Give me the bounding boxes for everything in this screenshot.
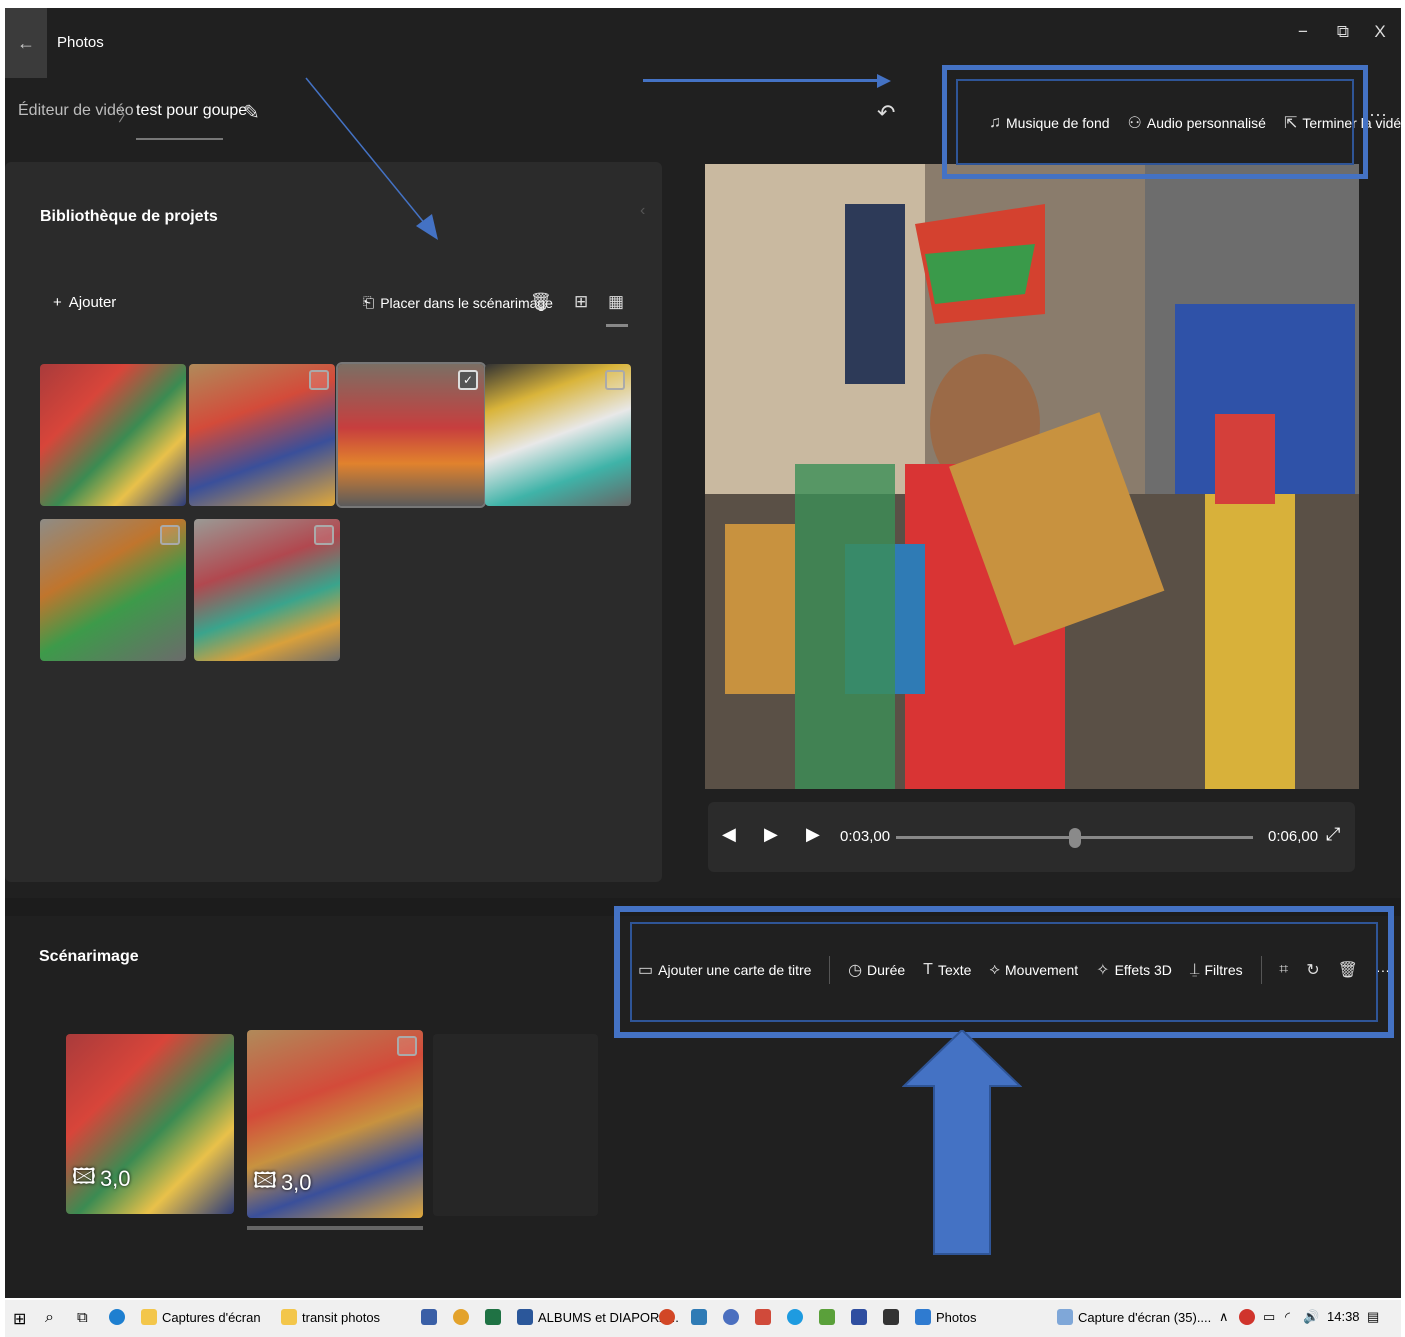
storyboard-title: Scénarimage (39, 948, 139, 965)
project-name[interactable]: test pour goupe (136, 102, 247, 120)
windows-start-icon[interactable]: ⊞ (13, 1309, 26, 1329)
restore-button[interactable]: ⧉ (1330, 22, 1356, 42)
add-media-button[interactable]: + Ajouter (53, 294, 116, 311)
select-checkbox[interactable] (397, 1036, 417, 1056)
empty-storyboard-slot[interactable] (433, 1034, 598, 1216)
large-grid-icon[interactable]: ⊞ (574, 292, 588, 312)
app-icon[interactable] (819, 1309, 835, 1325)
taskbar-item-photos[interactable]: Photos (915, 1309, 976, 1325)
tray-network-icon[interactable]: ▭ (1263, 1309, 1275, 1325)
annotation-arrow-head (877, 74, 891, 88)
library-thumbnail[interactable] (40, 519, 186, 661)
library-thumbnail-selected[interactable]: ✓ (336, 362, 486, 508)
powerpoint-icon[interactable] (659, 1309, 675, 1325)
project-name-underline (136, 138, 223, 140)
calculator-icon[interactable] (421, 1309, 437, 1325)
tray-antivirus-icon[interactable] (1239, 1309, 1255, 1325)
library-thumbnail[interactable] (40, 364, 186, 506)
annotation-box-inner (956, 79, 1354, 165)
place-icon: ⎗ (363, 294, 375, 310)
breadcrumb-video-editor[interactable]: Éditeur de vidéo (18, 102, 134, 120)
previous-frame-icon[interactable]: ◀ (722, 824, 736, 845)
small-grid-icon[interactable]: ▦ (608, 292, 624, 312)
word-icon (517, 1309, 533, 1325)
app-icon[interactable] (883, 1309, 899, 1325)
preview-image (705, 164, 1359, 789)
trash-icon[interactable]: 🗑 (530, 292, 552, 312)
image-icon: 🖾 (253, 1168, 277, 1193)
taskbar-item-transit[interactable]: transit photos (281, 1309, 380, 1325)
taskbar-item-captures[interactable]: Captures d'écran (141, 1309, 261, 1325)
library-title: Bibliothèque de projets (40, 208, 218, 225)
back-arrow-icon: ← (17, 32, 35, 53)
taskbar-item-capture[interactable]: Capture d'écran (35).... (1057, 1309, 1211, 1325)
library-thumbnail[interactable] (485, 364, 631, 506)
app-title: Photos (57, 34, 104, 51)
photos-icon (915, 1309, 931, 1325)
storyboard-clip-selected[interactable]: 🖾 3,0 (247, 1030, 423, 1218)
windows-taskbar: ⊞ ⌕ ⧉ Captures d'écran transit photos AL… (5, 1300, 1401, 1337)
taskbar-item-albums[interactable]: ALBUMS et DIAPORA... (517, 1309, 679, 1325)
next-frame-icon[interactable]: ▶ (806, 824, 820, 845)
annotation-box-bottom (614, 906, 1394, 1038)
app-icon[interactable] (723, 1309, 739, 1325)
checkmark-icon[interactable]: ✓ (458, 370, 478, 390)
tray-chevron-icon[interactable]: ∧ (1219, 1309, 1229, 1325)
seek-knob[interactable] (1068, 828, 1081, 848)
annotation-box-inner (630, 922, 1378, 1022)
library-thumbnail[interactable] (189, 364, 335, 506)
project-library-panel: Bibliothèque de projets ‹ + Ajouter ⎗ Plac… (5, 162, 662, 882)
app-icon[interactable] (851, 1309, 867, 1325)
view-selected-underline (606, 324, 628, 327)
top-more-button[interactable]: ··· (1369, 104, 1387, 125)
undo-icon[interactable]: ↶ (877, 100, 895, 126)
select-checkbox[interactable] (160, 525, 180, 545)
skype-icon[interactable] (787, 1309, 803, 1325)
image-icon: 🖾 (72, 1164, 96, 1189)
select-checkbox[interactable] (309, 370, 329, 390)
select-checkbox[interactable] (605, 370, 625, 390)
rename-pencil-icon[interactable]: ✎ (243, 100, 260, 125)
task-view-icon[interactable]: ⧉ (77, 1309, 88, 1326)
tray-wifi-icon[interactable]: ◜ (1285, 1309, 1290, 1325)
collapse-chevron-icon[interactable]: ‹ (640, 202, 645, 220)
total-time: 0:06,00 (1268, 828, 1319, 845)
play-icon[interactable]: ▶ (764, 824, 778, 845)
edge-icon[interactable] (109, 1309, 125, 1325)
clip-duration: 🖾 3,0 (72, 1160, 131, 1198)
fullscreen-icon[interactable]: ⤢ (1326, 824, 1340, 845)
tray-volume-icon[interactable]: 🔊 (1303, 1309, 1319, 1325)
chrome-icon[interactable] (453, 1309, 469, 1325)
current-time: 0:03,00 (840, 828, 891, 845)
select-checkbox[interactable] (314, 525, 334, 545)
search-icon[interactable]: ⌕ (45, 1309, 54, 1327)
folder-icon (281, 1309, 297, 1325)
playback-bar: ◀ ▶ ▶ 0:03,00 0:06,00 ⤢ (708, 802, 1355, 872)
photoshop-icon[interactable] (691, 1309, 707, 1325)
close-button[interactable]: X (1367, 22, 1393, 42)
storyboard-clip[interactable]: 🖾 3,0 (66, 1034, 234, 1214)
video-preview (705, 164, 1359, 789)
annotation-up-arrow (902, 1030, 1022, 1255)
annotation-arrow-line (643, 79, 883, 82)
notifications-icon[interactable]: ▤ (1367, 1309, 1379, 1325)
clock[interactable]: 14:38 (1327, 1309, 1360, 1324)
folder-icon (141, 1309, 157, 1325)
plus-icon: + (53, 294, 62, 311)
clip-duration: 🖾 3,0 (253, 1164, 312, 1202)
app-icon[interactable] (755, 1309, 771, 1325)
excel-icon[interactable] (485, 1309, 501, 1325)
place-in-storyboard-button[interactable]: ⎗ Placer dans le scénarimage (363, 294, 553, 311)
breadcrumb-separator-icon: 〉 (118, 108, 135, 125)
image-icon (1057, 1309, 1073, 1325)
minimize-button[interactable]: − (1290, 22, 1316, 42)
back-button[interactable]: ← (5, 8, 47, 78)
annotation-box-top (942, 65, 1368, 179)
selected-clip-underline (247, 1226, 423, 1230)
library-thumbnail[interactable] (194, 519, 340, 661)
